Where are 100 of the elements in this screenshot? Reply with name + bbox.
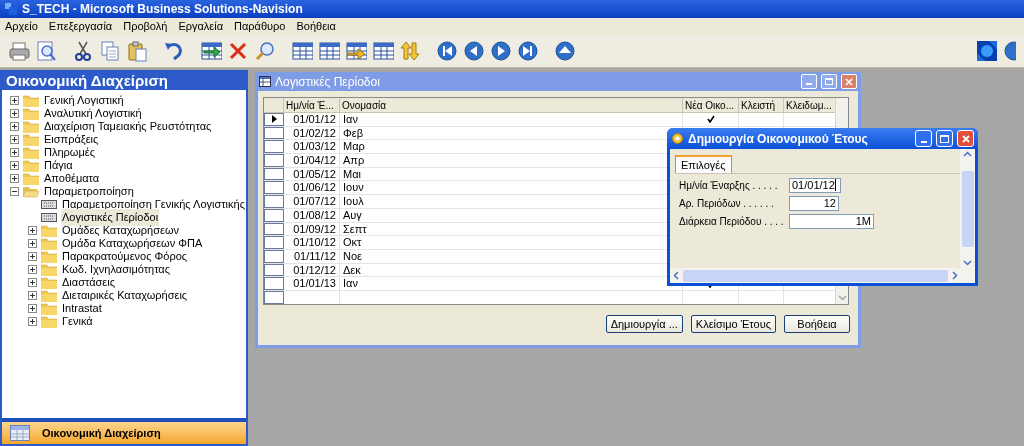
- table-cell: 01/12/12: [284, 263, 340, 277]
- table-icon: [259, 76, 271, 87]
- menu-item[interactable]: Παράθυρο: [233, 18, 287, 35]
- close-button[interactable]: [957, 130, 974, 147]
- pane-title: Οικονομική Διαχείριση: [5, 72, 169, 90]
- folder-icon: [41, 237, 57, 250]
- table-cell: 01/09/12: [284, 222, 340, 236]
- menu-item[interactable]: Εργαλεία: [177, 18, 225, 35]
- expander-icon[interactable]: [10, 161, 19, 170]
- expander-icon[interactable]: [28, 252, 37, 261]
- folder-icon: [23, 172, 39, 185]
- vertical-scrollbar[interactable]: [960, 149, 975, 268]
- table-cell: 01/03/12: [284, 140, 340, 154]
- expander-icon[interactable]: [28, 265, 37, 274]
- navigation-button[interactable]: Οικονομική Διαχείριση: [2, 422, 246, 444]
- maximize-button[interactable]: [821, 74, 837, 89]
- table-arrow-icon[interactable]: [200, 40, 222, 62]
- scroll-right-icon[interactable]: [952, 271, 958, 280]
- up-icon[interactable]: [554, 40, 576, 62]
- copy-icon[interactable]: [99, 40, 121, 62]
- dialog-title: Δημιουργία Οικονομικού Έτους: [688, 130, 868, 148]
- expander-icon[interactable]: [28, 304, 37, 313]
- search-icon[interactable]: [254, 40, 276, 62]
- tab[interactable]: Επιλογές: [675, 155, 732, 173]
- horizontal-scrollbar[interactable]: [670, 268, 975, 283]
- column-header[interactable]: Ημ/νία Έ...: [284, 98, 340, 112]
- table-cell: 01/11/12: [284, 249, 340, 263]
- expander-icon[interactable]: [10, 122, 19, 131]
- tree-item[interactable]: Λογιστικές Περίοδοι: [61, 209, 160, 226]
- dialog-button[interactable]: Κλείσιμο Έτους: [690, 315, 776, 333]
- menu-item[interactable]: Επεξεργασία: [47, 18, 114, 35]
- expander-icon[interactable]: [28, 291, 37, 300]
- input-field[interactable]: 01/01/12: [789, 178, 841, 193]
- expander-icon[interactable]: [10, 96, 19, 105]
- table-icon[interactable]: [291, 40, 313, 62]
- current-row-icon: [271, 115, 277, 124]
- folder-icon: [41, 224, 57, 237]
- minimize-button[interactable]: [801, 74, 817, 89]
- column-header[interactable]: Ονομασία: [340, 98, 683, 112]
- menu-item[interactable]: Αρχείο: [4, 18, 39, 35]
- expander-icon[interactable]: [10, 174, 19, 183]
- input-field[interactable]: 1M: [789, 214, 874, 229]
- expander-icon[interactable]: [28, 226, 37, 235]
- scroll-up-icon[interactable]: [963, 151, 972, 157]
- expander-icon[interactable]: [10, 187, 19, 196]
- row-selector[interactable]: [264, 113, 284, 126]
- column-header[interactable]: Κλειστή: [739, 98, 784, 112]
- input-field[interactable]: 12: [789, 196, 839, 211]
- close-icon[interactable]: [961, 134, 970, 143]
- first-record-icon[interactable]: [436, 40, 458, 62]
- dialog-button[interactable]: Δημιουργία ...: [605, 315, 683, 333]
- close-icon[interactable]: [845, 77, 853, 86]
- column-header[interactable]: Νέα Οικο...: [683, 98, 739, 112]
- menu-item[interactable]: Προβολή: [122, 18, 169, 35]
- form-icon: [41, 213, 57, 222]
- cut-icon[interactable]: [72, 40, 94, 62]
- folder-icon: [41, 315, 57, 328]
- table-icon[interactable]: [318, 40, 340, 62]
- next-record-icon[interactable]: [490, 40, 512, 62]
- scroll-down-icon[interactable]: [963, 260, 972, 266]
- scroll-left-icon[interactable]: [673, 271, 679, 280]
- expander-icon[interactable]: [28, 317, 37, 326]
- folder-icon: [41, 250, 57, 263]
- last-record-icon[interactable]: [517, 40, 539, 62]
- close-button[interactable]: [841, 74, 857, 89]
- open-folder-icon: [23, 185, 39, 198]
- sort-arrows-icon[interactable]: [399, 40, 421, 62]
- table-cell: 01/01/13: [284, 277, 340, 290]
- table-arrow-icon[interactable]: [345, 40, 367, 62]
- undo-icon[interactable]: [163, 40, 185, 62]
- delete-icon[interactable]: [227, 40, 249, 62]
- folder-icon: [41, 302, 57, 315]
- dialog-button[interactable]: Βοήθεια: [784, 315, 850, 333]
- table-cell: 01/06/12: [284, 181, 340, 195]
- folder-icon: [23, 120, 39, 133]
- expander-icon[interactable]: [28, 278, 37, 287]
- expander-icon[interactable]: [10, 109, 19, 118]
- table-cell: 01/08/12: [284, 208, 340, 222]
- table-cell: 01/02/12: [284, 126, 340, 140]
- previous-record-icon[interactable]: [463, 40, 485, 62]
- expander-icon[interactable]: [10, 135, 19, 144]
- folder-icon: [23, 146, 39, 159]
- menu-item[interactable]: Βοήθεια: [295, 18, 337, 35]
- form-icon: [41, 200, 57, 209]
- field-label: Ημ/νία Έναρξης . . . . .: [679, 179, 779, 193]
- paste-icon[interactable]: [126, 40, 148, 62]
- table-icon: [10, 425, 30, 441]
- expander-icon[interactable]: [28, 239, 37, 248]
- table-cell: 01/07/12: [284, 195, 340, 208]
- folder-icon: [23, 94, 39, 107]
- maximize-button[interactable]: [936, 130, 953, 147]
- folder-icon: [23, 133, 39, 146]
- expander-icon[interactable]: [10, 148, 19, 157]
- print-preview-icon[interactable]: [35, 40, 57, 62]
- minimize-button[interactable]: [915, 130, 932, 147]
- logo-icon: [977, 41, 997, 61]
- table-icon[interactable]: [372, 40, 394, 62]
- folder-icon: [41, 263, 57, 276]
- table-cell: 01/01/12: [284, 113, 340, 126]
- print-icon[interactable]: [8, 40, 30, 62]
